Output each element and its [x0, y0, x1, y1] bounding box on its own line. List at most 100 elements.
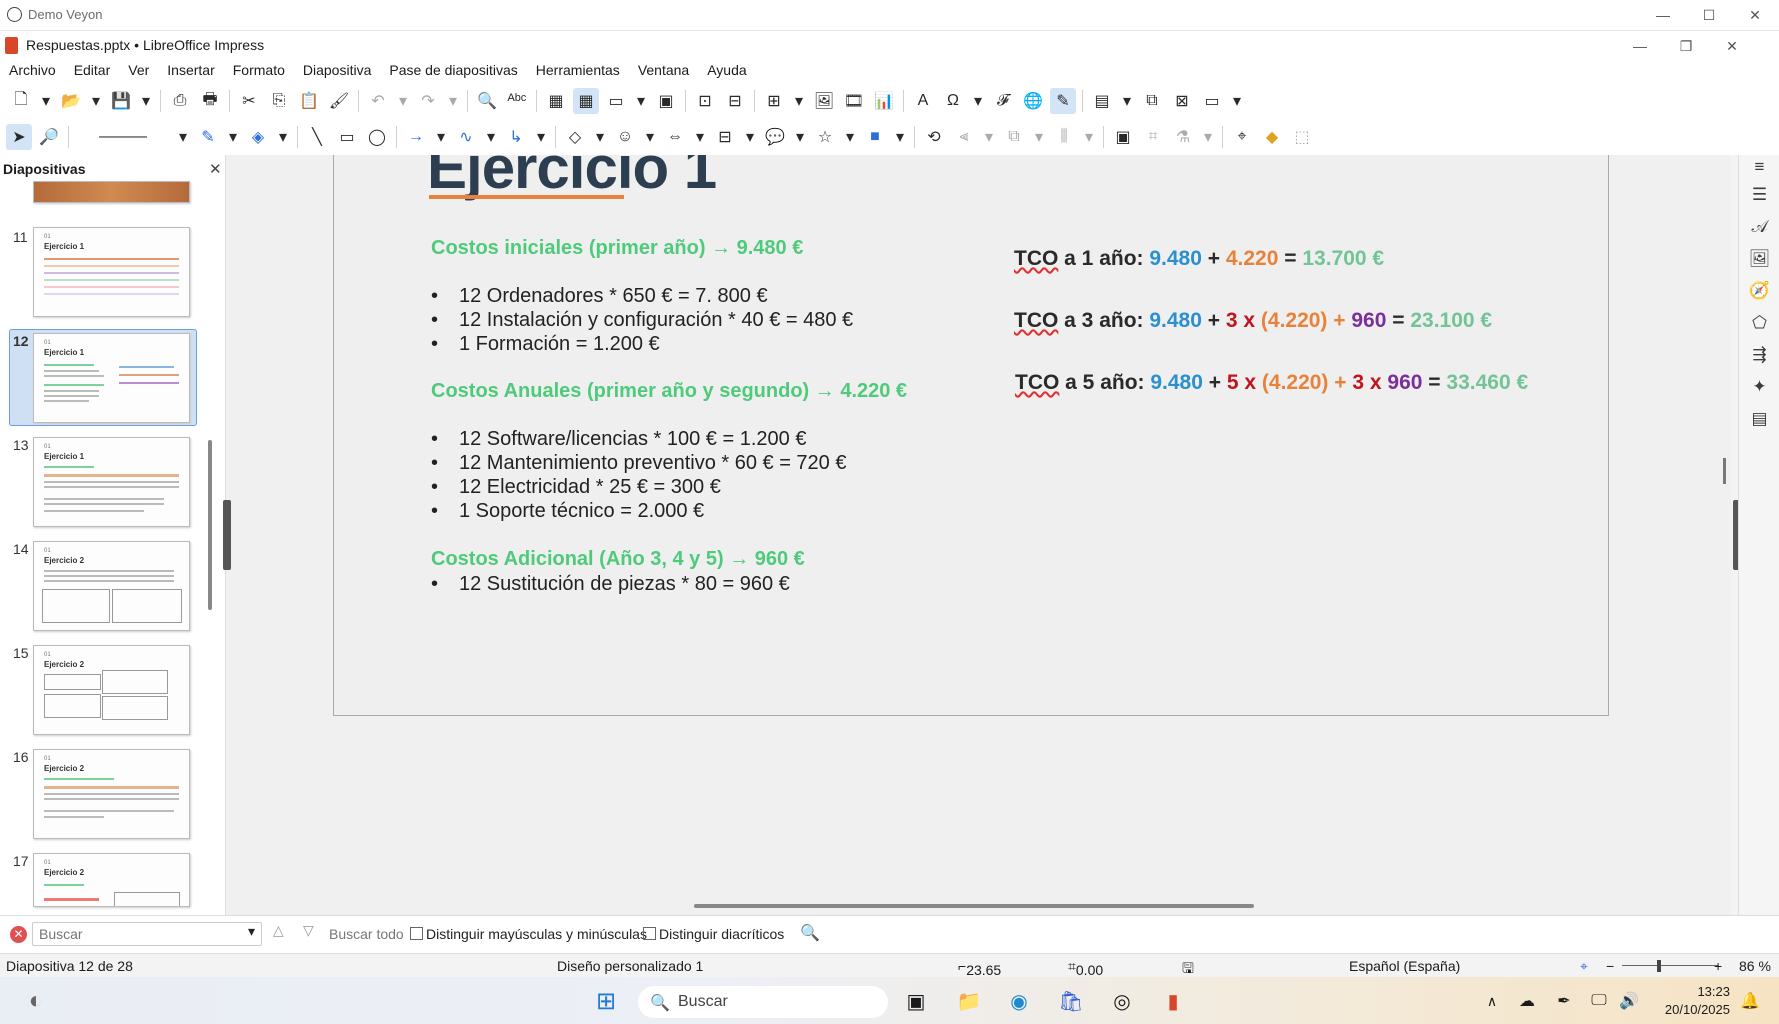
find-replace-dialog-icon[interactable]: 🔍 [800, 923, 820, 943]
language-indicator[interactable]: Español (España) [1349, 958, 1460, 974]
menu-ver[interactable]: Ver [119, 59, 158, 83]
animation-icon[interactable]: ✦ [1739, 371, 1779, 403]
find-close-icon[interactable]: ✕ [10, 926, 27, 943]
menu-pase-diapositivas[interactable]: Pase de diapositivas [380, 59, 526, 83]
slide-transition-icon[interactable]: ⇶ [1739, 339, 1779, 371]
fontwork-icon[interactable]: 𝓕 [990, 88, 1016, 114]
menu-archivo[interactable]: Archivo [0, 59, 65, 83]
slide-thumbnail-10[interactable] [33, 181, 190, 203]
basic-shapes-icon[interactable]: ◇ [562, 124, 588, 150]
network-icon[interactable]: 🖵 [1585, 987, 1613, 1015]
align-dropdown-icon[interactable]: ▾ [981, 124, 997, 150]
special-char-icon[interactable]: Ω [940, 88, 966, 114]
new-icon[interactable]: 🗋 [8, 88, 34, 114]
distribute-dropdown-icon[interactable]: ▾ [1081, 124, 1097, 150]
arrange-icon[interactable]: ⧉ [1001, 124, 1027, 150]
navigator-icon[interactable]: 🧭 [1739, 275, 1779, 307]
display-views-dropdown-icon[interactable]: ▾ [633, 88, 649, 114]
find-search-input[interactable] [32, 922, 262, 946]
match-case-checkbox[interactable]: Distinguir mayúsculas y minúsculas [410, 926, 647, 942]
start-current-slide-icon[interactable]: ⊟ [722, 88, 748, 114]
crop-icon[interactable]: ⌗ [1140, 124, 1166, 150]
menu-editar[interactable]: Editar [65, 59, 120, 83]
rotate-icon[interactable]: ⟲ [921, 124, 947, 150]
diacritics-checkbox[interactable]: Distinguir diacríticos [643, 926, 784, 942]
3d-objects-icon[interactable]: ■ [862, 124, 888, 150]
curve-tool-icon[interactable]: ∿ [453, 124, 479, 150]
taskbar-search-box[interactable]: 🔍 Buscar [638, 986, 888, 1018]
menu-formato[interactable]: Formato [224, 59, 294, 83]
microsoft-store-icon[interactable]: 🛍 [1057, 987, 1085, 1015]
flowchart-dropdown-icon[interactable]: ▾ [742, 124, 758, 150]
new-dropdown-icon[interactable]: ▾ [38, 88, 54, 114]
table-dropdown-icon[interactable]: ▾ [791, 88, 807, 114]
toggle-extrusion-icon[interactable]: ⬚ [1289, 124, 1315, 150]
notification-bell-icon[interactable]: 🔔 [1736, 987, 1764, 1015]
slide-thumbnail-17[interactable]: 01 Ejercicio 2 [33, 853, 190, 907]
edge-browser-icon[interactable]: ◉ [1005, 987, 1033, 1015]
new-slide-dropdown-icon[interactable]: ▾ [1119, 88, 1135, 114]
arrange-dropdown-icon[interactable]: ▾ [1031, 124, 1047, 150]
zoom-slider[interactable] [1622, 965, 1718, 966]
glue-points-icon[interactable]: ◆ [1259, 124, 1285, 150]
sidebar-menu-icon[interactable]: ≡ [1739, 155, 1779, 179]
3d-objects-dropdown-icon[interactable]: ▾ [892, 124, 908, 150]
line-color-icon[interactable]: ✎ [195, 124, 221, 150]
master-slide-icon[interactable]: ▣ [653, 88, 679, 114]
menu-diapositiva[interactable]: Diapositiva [294, 59, 380, 83]
outer-close-button[interactable]: ✕ [1732, 0, 1778, 30]
close-button[interactable]: ✕ [1709, 31, 1755, 61]
outer-minimize-button[interactable]: — [1640, 0, 1686, 30]
find-dropdown-icon[interactable]: ▾ [248, 923, 255, 940]
block-arrows-icon[interactable]: ⇔ [662, 124, 688, 150]
symbol-shapes-icon[interactable]: ☺ [612, 124, 638, 150]
textbox-icon[interactable]: A [910, 88, 936, 114]
styles-icon[interactable]: 𝒜 [1739, 211, 1779, 243]
workspace-vertical-scrollbar[interactable] [1723, 458, 1726, 484]
callout-dropdown-icon[interactable]: ▾ [792, 124, 808, 150]
points-icon[interactable]: ⌖ [1229, 124, 1255, 150]
copy-icon[interactable]: ⎘ [266, 88, 292, 114]
print-icon[interactable]: 🖶 [197, 88, 223, 114]
open-icon[interactable]: 📂 [58, 88, 84, 114]
slide-thumbnail-15[interactable]: 01 Ejercicio 2 [33, 645, 190, 735]
slide-thumbnail-12[interactable]: 01 Ejercicio 1 [33, 333, 190, 423]
redo-icon[interactable]: ↷ [415, 88, 441, 114]
image-icon[interactable]: 🖼 [811, 88, 837, 114]
bullet-item[interactable]: • 1 Formación = 1.200 € [431, 333, 660, 356]
zoom-in-icon[interactable]: + [1714, 958, 1722, 974]
impress-taskbar-icon[interactable]: ▮ [1159, 987, 1187, 1015]
find-all-button[interactable]: Buscar todo [329, 926, 404, 942]
bullet-item[interactable]: • 12 Mantenimiento preventivo * 60 € = 72… [431, 452, 846, 475]
taskbar-clock[interactable]: 13:23 20/10/2025 [1655, 983, 1730, 1019]
duplicate-slide-icon[interactable]: ⧉ [1139, 88, 1165, 114]
slides-pane-close-icon[interactable]: ✕ [209, 160, 222, 178]
paste-icon[interactable]: 📋 [296, 88, 322, 114]
slide-layout-icon[interactable]: ▭ [1199, 88, 1225, 114]
slide-thumbnail-11[interactable]: 01 Ejercicio 1 [33, 227, 190, 317]
slide-layout-dropdown-icon[interactable]: ▾ [1229, 88, 1245, 114]
arrow-line-icon[interactable]: → [403, 124, 429, 150]
new-slide-icon[interactable]: ▤ [1089, 88, 1115, 114]
zoom-pan-icon[interactable]: 🔎 [36, 124, 62, 150]
filter-dropdown-icon[interactable]: ▾ [1200, 124, 1216, 150]
curve-dropdown-icon[interactable]: ▾ [483, 124, 499, 150]
symbol-shapes-dropdown-icon[interactable]: ▾ [642, 124, 658, 150]
hyperlink-icon[interactable]: 🌐 [1020, 88, 1046, 114]
bullet-item[interactable]: • 12 Software/licencias * 100 € = 1.200 € [431, 428, 806, 451]
undo-dropdown-icon[interactable]: ▾ [395, 88, 411, 114]
pen-icon[interactable]: ✒ [1550, 987, 1578, 1015]
save-icon[interactable]: 💾 [108, 88, 134, 114]
slide-thumbnail-13[interactable]: 01 Ejercicio 1 [33, 437, 190, 527]
select-pointer-icon[interactable]: ➤ [6, 124, 32, 150]
line-tool-icon[interactable]: ╲ [304, 124, 330, 150]
show-hidden-icons-icon[interactable]: ∧ [1478, 987, 1506, 1015]
shadow-icon[interactable]: ▣ [1110, 124, 1136, 150]
fill-color-icon[interactable]: ◈ [245, 124, 271, 150]
flowchart-icon[interactable]: ⊟ [712, 124, 738, 150]
widgets-icon[interactable]: ◐ [22, 987, 50, 1015]
display-views-icon[interactable]: ▭ [603, 88, 629, 114]
master-slides-icon[interactable]: ▤ [1739, 403, 1779, 435]
file-explorer-icon[interactable]: 📁 [955, 987, 983, 1015]
properties-icon[interactable]: ☰ [1739, 179, 1779, 211]
